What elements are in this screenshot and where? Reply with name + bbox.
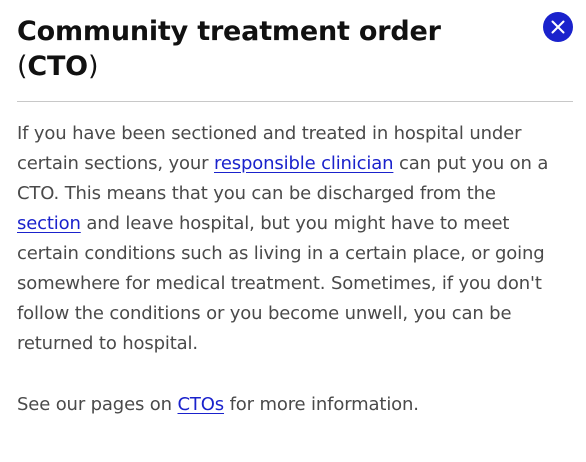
paragraph1-text-3: and leave hospital, but you might have t…: [17, 213, 545, 354]
definition-dialog: Community treatment order (CTO) If you ha…: [0, 0, 586, 462]
title-paren-open: (: [17, 51, 28, 82]
title-main: Community treatment order: [17, 16, 441, 47]
close-icon: [551, 20, 565, 34]
more-info-paragraph: See our pages on CTOs for more informati…: [17, 390, 562, 420]
title-abbr: CTO: [27, 51, 88, 82]
title-paren-close: ): [87, 51, 99, 82]
ctos-link[interactable]: CTOs: [178, 394, 225, 415]
paragraph2-text-2: for more information.: [224, 394, 419, 415]
header-divider: [17, 101, 573, 102]
paragraph2-text-1: See our pages on: [17, 394, 178, 415]
section-link[interactable]: section: [17, 213, 81, 234]
responsible-clinician-link[interactable]: responsible clinician: [214, 153, 394, 174]
close-button[interactable]: [543, 12, 573, 42]
dialog-title: Community treatment order (CTO): [17, 14, 524, 84]
dialog-header: Community treatment order (CTO): [17, 12, 573, 84]
definition-paragraph: If you have been sectioned and treated i…: [17, 119, 562, 359]
